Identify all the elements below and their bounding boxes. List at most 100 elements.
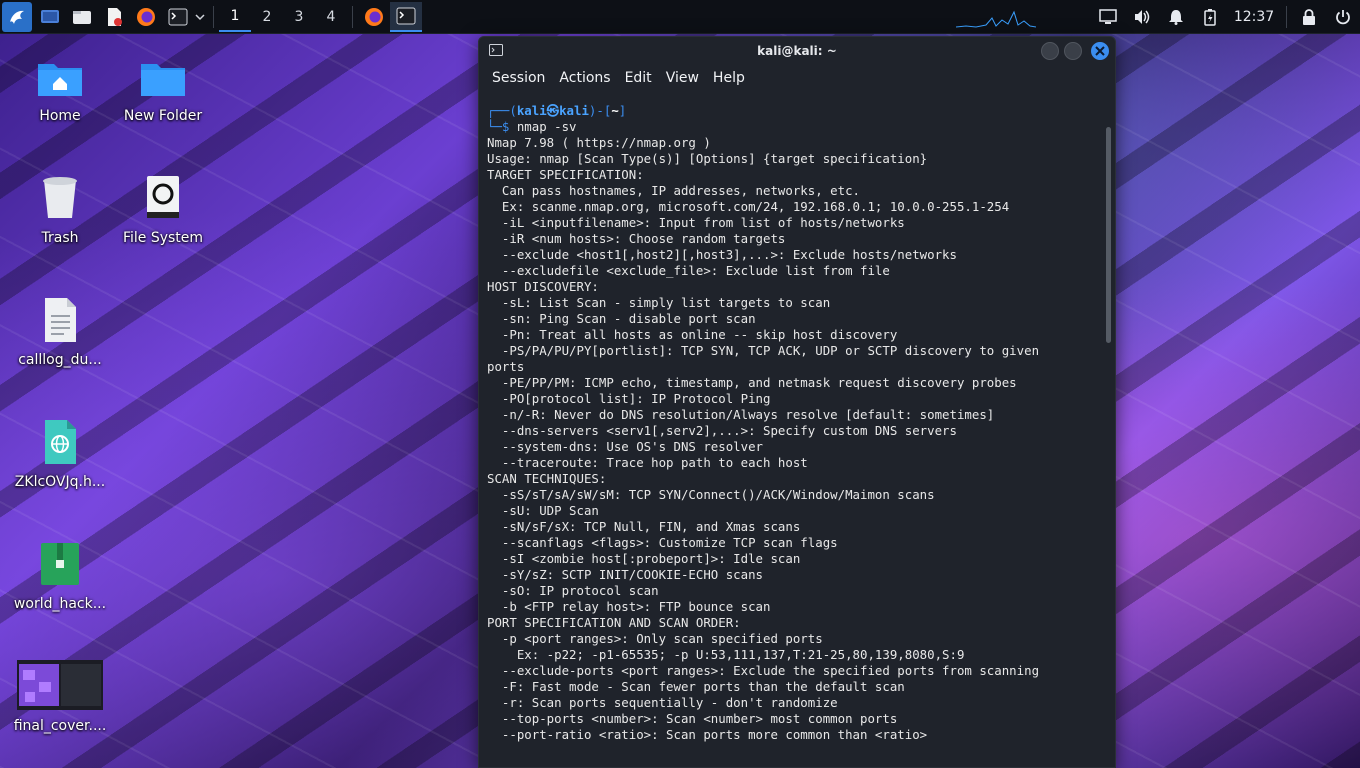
menu-help[interactable]: Help xyxy=(706,70,752,86)
text-editor-launcher[interactable] xyxy=(100,2,128,32)
output-line: -sU: UDP Scan xyxy=(487,503,599,518)
output-line: PORT SPECIFICATION AND SCAN ORDER: xyxy=(487,615,741,630)
output-line: ports xyxy=(487,359,525,374)
speaker-icon xyxy=(1135,10,1150,24)
output-line: Can pass hostnames, IP addresses, networ… xyxy=(487,183,860,198)
cpu-graph-icon xyxy=(956,10,1036,28)
output-line: -PO[protocol list]: IP Protocol Ping xyxy=(487,391,771,406)
output-line: -sL: List Scan - simply list targets to … xyxy=(487,295,831,310)
firefox-task-button[interactable] xyxy=(358,2,390,32)
menu-edit[interactable]: Edit xyxy=(618,70,659,86)
output-line: --exclude <host1[,host2][,host3],...>: E… xyxy=(487,247,957,262)
prompt-user: kali㉿kali xyxy=(516,103,589,118)
notifications-button[interactable] xyxy=(1159,2,1193,32)
terminal-task-button[interactable] xyxy=(390,1,422,32)
power-button[interactable] xyxy=(1326,2,1360,32)
prompt-dir: ~ xyxy=(611,103,619,118)
desktop-icon-home[interactable]: Home xyxy=(10,52,110,124)
text-editor-icon xyxy=(108,7,122,26)
output-line: --traceroute: Trace hop path to each hos… xyxy=(487,455,808,470)
output-line: -b <FTP relay host>: FTP bounce scan xyxy=(487,599,771,614)
trash-icon xyxy=(36,174,84,222)
window-titlebar[interactable]: kali@kali: ~ xyxy=(479,37,1115,65)
workspace-1-button[interactable]: 1 xyxy=(219,2,251,32)
scrollbar[interactable] xyxy=(1106,127,1111,343)
output-line: -n/-R: Never do DNS resolution/Always re… xyxy=(487,407,995,422)
volume-button[interactable] xyxy=(1125,2,1159,32)
taskbar: 1 2 3 4 12:37 xyxy=(0,0,1360,34)
desktop-icon-calllog[interactable]: calllog_du... xyxy=(10,296,110,368)
output-line: -F: Fast mode - Scan fewer ports than th… xyxy=(487,679,905,694)
output-line: --excludefile <exclude_file>: Exclude li… xyxy=(487,263,890,278)
output-line: -iL <inputfilename>: Input from list of … xyxy=(487,215,905,230)
file-manager-launcher[interactable] xyxy=(68,2,96,32)
command-text: nmap -sv xyxy=(516,119,577,134)
desktop-icon-file-system[interactable]: File System xyxy=(113,174,213,246)
terminal-window[interactable]: kali@kali: ~ Session Actions Edit View H… xyxy=(478,36,1116,768)
folder-icon xyxy=(139,52,187,100)
workspace-4-button[interactable]: 4 xyxy=(315,2,347,32)
chevron-down-icon xyxy=(195,13,205,20)
firefox-icon xyxy=(137,7,155,26)
drive-icon xyxy=(139,174,187,222)
desktop-icon-image[interactable]: final_cover.... xyxy=(10,660,110,734)
desktop-icon-label: world_hack... xyxy=(13,596,107,612)
output-line: -sN/sF/sX: TCP Null, FIN, and Xmas scans xyxy=(487,519,801,534)
close-button[interactable] xyxy=(1091,42,1109,60)
output-line: --scanflags <flags>: Customize TCP scan … xyxy=(487,535,838,550)
firefox-launcher[interactable] xyxy=(132,2,160,32)
terminal-output[interactable]: ┌──(kali㉿kali)-[~] └─$ nmap -sv Nmap 7.9… xyxy=(479,103,1101,767)
workspace-2-button[interactable]: 2 xyxy=(251,2,283,32)
minimize-button[interactable] xyxy=(1041,42,1059,60)
workspace-3-button[interactable]: 3 xyxy=(283,2,315,32)
desktop-icon-label: Trash xyxy=(41,230,79,246)
maximize-button[interactable] xyxy=(1064,42,1082,60)
desktop-icon xyxy=(41,9,59,23)
terminal-icon xyxy=(168,8,188,25)
output-line: Usage: nmap [Scan Type(s)] [Options] {ta… xyxy=(487,151,928,166)
output-line: HOST DISCOVERY: xyxy=(487,279,599,294)
launcher-dropdown-button[interactable] xyxy=(192,2,208,32)
html-file-icon xyxy=(36,418,84,466)
clock[interactable]: 12:37 xyxy=(1227,9,1281,25)
output-line: -PE/PP/PM: ICMP echo, timestamp, and net… xyxy=(487,375,1017,390)
output-line: -p <port ranges>: Only scan specified po… xyxy=(487,631,823,646)
desktop-icon-html-file[interactable]: ZKlcOVJq.h... xyxy=(10,418,110,490)
text-file-icon xyxy=(36,296,84,344)
command-line: └─$ nmap -sv xyxy=(487,119,577,134)
display-settings-button[interactable] xyxy=(1091,2,1125,32)
output-line: --port-ratio <ratio>: Scan ports more co… xyxy=(487,727,928,742)
desktop-icon-archive[interactable]: world_hack... xyxy=(10,540,110,612)
terminal-launcher[interactable] xyxy=(164,2,192,32)
battery-icon xyxy=(1204,9,1216,26)
application-menu-button[interactable] xyxy=(2,1,32,32)
output-line: -PS/PA/PU/PY[portlist]: TCP SYN, TCP ACK… xyxy=(487,343,1040,358)
show-desktop-button[interactable] xyxy=(36,2,64,32)
battery-button[interactable] xyxy=(1193,2,1227,32)
terminal-menubar: Session Actions Edit View Help xyxy=(479,65,1115,91)
bell-icon xyxy=(1169,10,1183,25)
file-manager-icon xyxy=(73,10,91,24)
desktop-icon-new-folder[interactable]: New Folder xyxy=(113,52,213,124)
menu-actions[interactable]: Actions xyxy=(552,70,617,86)
output-line: -sY/sZ: SCTP INIT/COOKIE-ECHO scans xyxy=(487,567,764,582)
output-line: SCAN TECHNIQUES: xyxy=(487,471,607,486)
power-icon xyxy=(1336,10,1350,25)
home-folder-icon xyxy=(36,52,84,100)
taskbar-separator xyxy=(213,5,214,28)
desktop-icon-trash[interactable]: Trash xyxy=(10,174,110,246)
menu-session[interactable]: Session xyxy=(485,70,552,86)
output-line: -Pn: Treat all hosts as online -- skip h… xyxy=(487,327,898,342)
monitor-icon xyxy=(1099,9,1117,24)
taskbar-separator xyxy=(352,5,353,28)
output-line: --exclude-ports <port ranges>: Exclude t… xyxy=(487,663,1040,678)
desktop-icon-label: File System xyxy=(122,230,204,246)
menu-view[interactable]: View xyxy=(659,70,706,86)
window-title: kali@kali: ~ xyxy=(757,44,837,58)
output-line: -sO: IP protocol scan xyxy=(487,583,659,598)
lock-screen-button[interactable] xyxy=(1292,2,1326,32)
desktop-icon-label: calllog_du... xyxy=(18,352,102,368)
output-block: Nmap 7.98 ( https://nmap.org ) Usage: nma… xyxy=(487,135,1093,743)
output-line: --dns-servers <serv1[,serv2],...>: Speci… xyxy=(487,423,957,438)
close-icon xyxy=(1095,46,1105,56)
